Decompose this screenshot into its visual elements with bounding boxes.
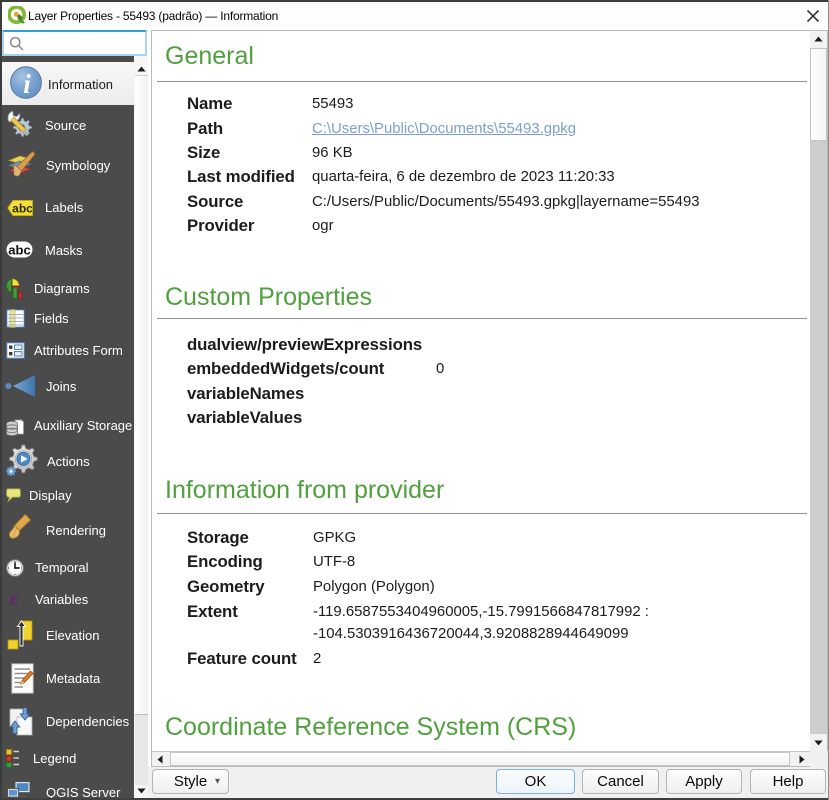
svg-text:abc: abc	[8, 243, 30, 258]
svg-text:ε: ε	[10, 589, 19, 608]
svg-text:i: i	[23, 69, 31, 99]
svg-text:abc: abc	[12, 202, 33, 216]
